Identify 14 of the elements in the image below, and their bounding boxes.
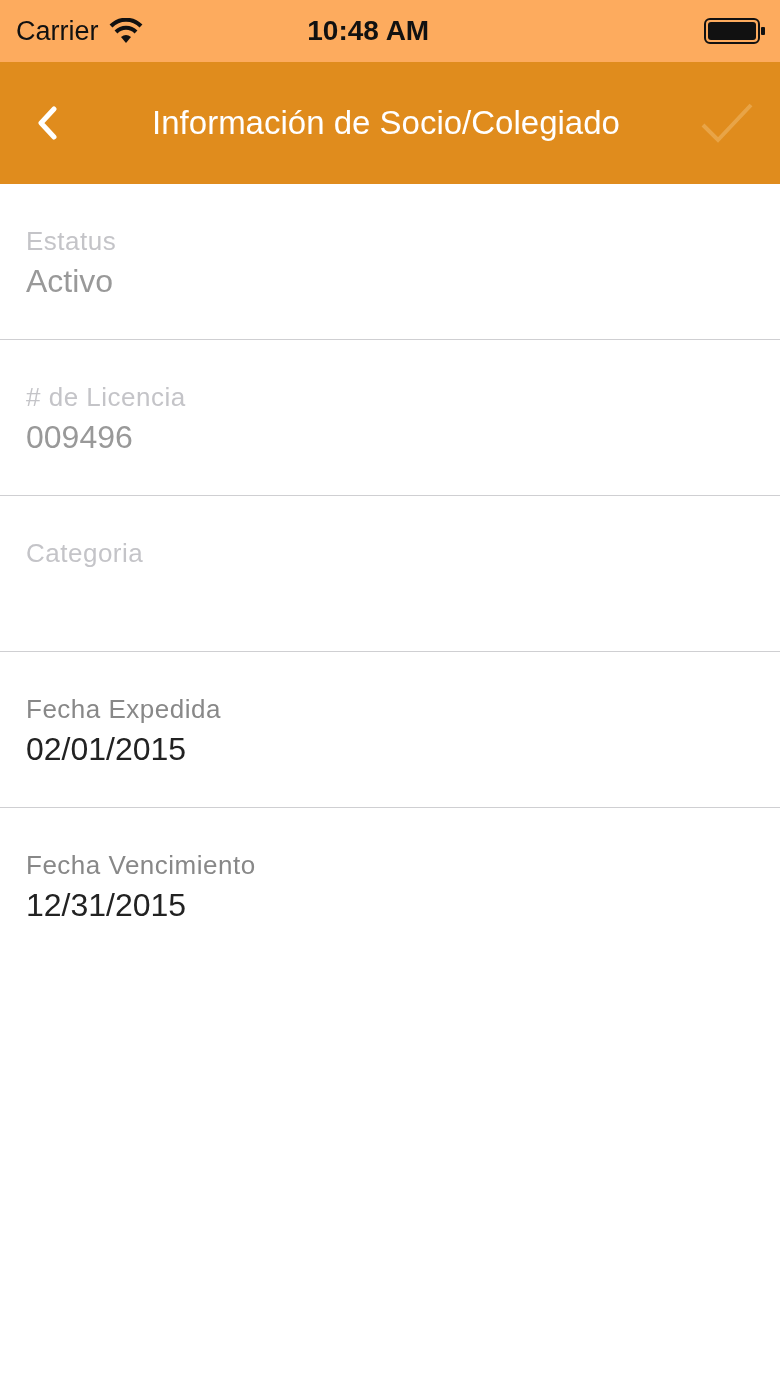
field-value: 12/31/2015 xyxy=(26,887,188,924)
field-label: Categoria xyxy=(26,538,145,569)
carrier-name: Carrier xyxy=(16,15,99,47)
field-label: # de Licencia xyxy=(26,382,187,413)
screen-title: Información de Socio/Colegiado xyxy=(151,104,621,142)
clock-time: 10:48 AM xyxy=(306,15,431,47)
field-value: 02/01/2015 xyxy=(26,731,188,768)
field-label: Estatus xyxy=(26,226,118,257)
field-label: Fecha Vencimiento xyxy=(26,850,257,881)
field-value: 009496 xyxy=(26,419,134,456)
field-label: Fecha Expedida xyxy=(26,694,222,725)
battery-icon xyxy=(704,17,766,45)
wifi-icon xyxy=(108,18,143,44)
field-value: Activo xyxy=(26,263,115,300)
